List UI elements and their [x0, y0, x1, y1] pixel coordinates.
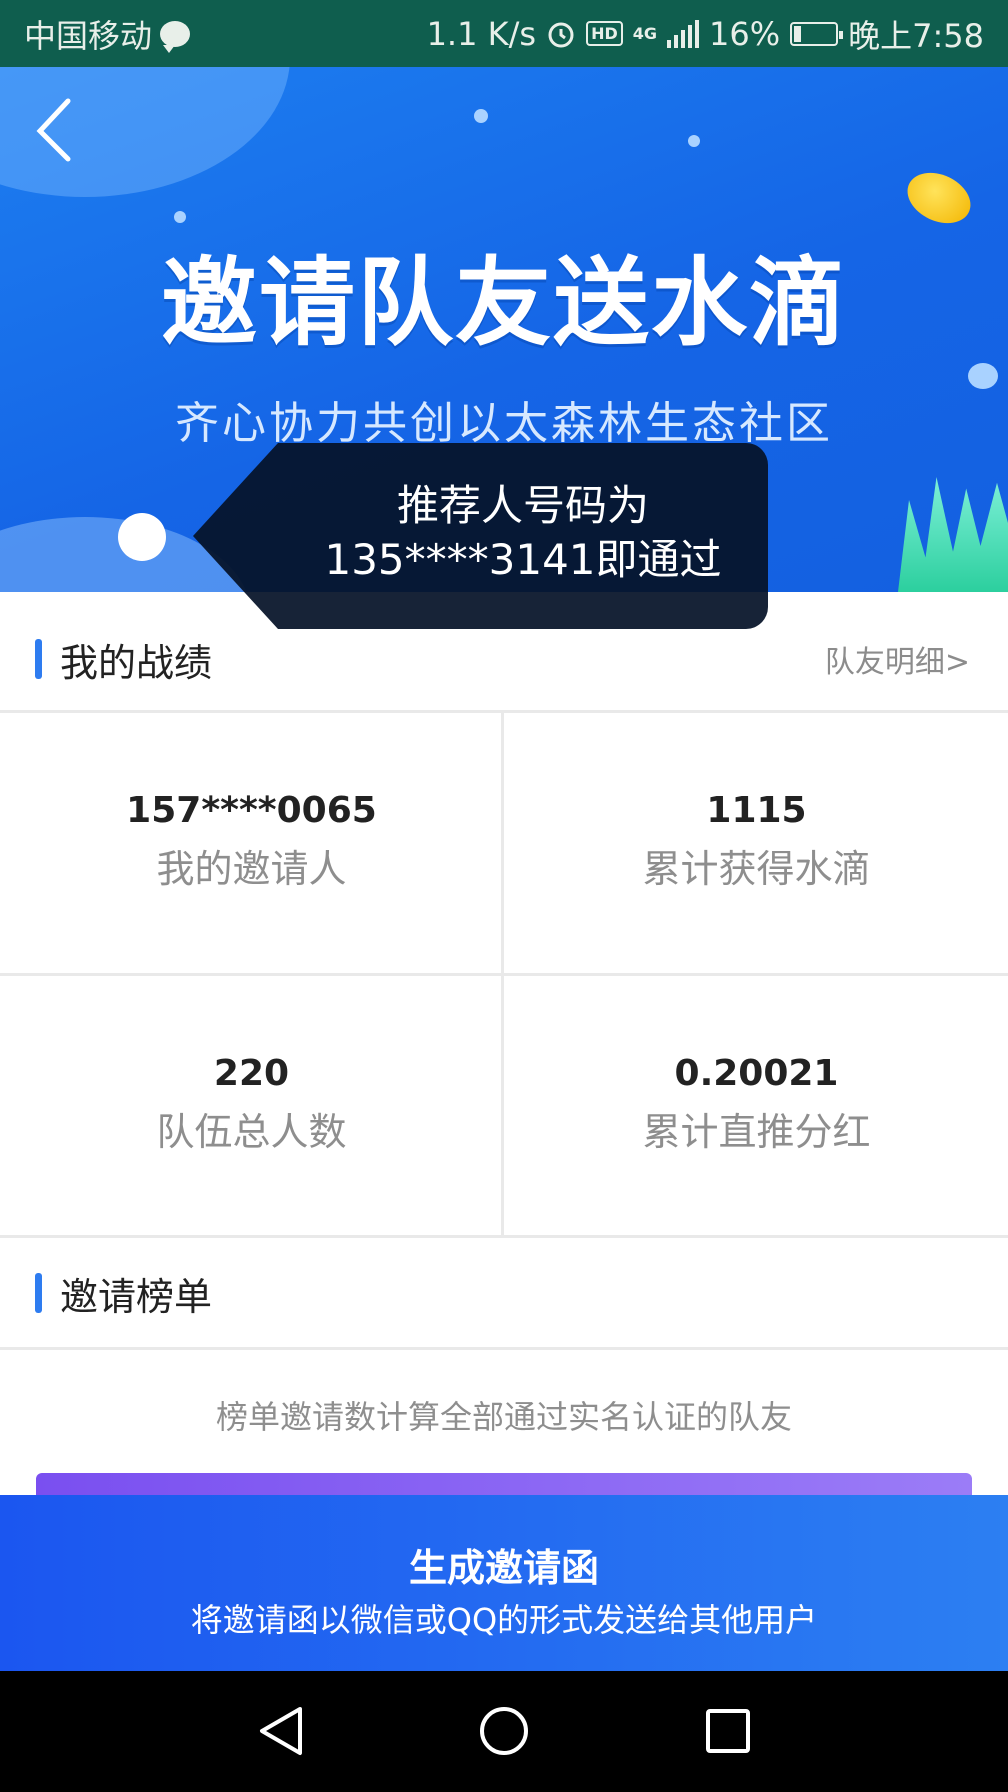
coin-icon	[899, 163, 979, 233]
banner-title: 邀请队友送水滴	[161, 247, 847, 359]
carrier-group: 中国移动	[24, 11, 191, 57]
carrier-name: 中国移动	[24, 16, 153, 55]
network-speed: 1.1 K/s	[426, 14, 537, 53]
decor-dot	[474, 109, 488, 123]
divider	[0, 973, 1008, 976]
alarm-icon	[548, 22, 574, 47]
decor-dot	[174, 211, 186, 223]
tooltip-line-1: 推荐人号码为	[396, 481, 649, 530]
section-accent-bar	[35, 639, 42, 679]
cta-label: 生成邀请函	[408, 1546, 599, 1590]
cta-sublabel: 将邀请函以微信或QQ的形式发送给其他用户	[190, 1601, 818, 1639]
battery-icon	[790, 21, 844, 46]
divider	[0, 1347, 1008, 1350]
nav-recents-button[interactable]	[698, 1701, 758, 1761]
chevron-left-icon	[36, 98, 71, 162]
circle-home-icon	[480, 1707, 528, 1755]
nav-home-button[interactable]	[474, 1701, 534, 1761]
stat-value: 1115	[706, 790, 807, 831]
rank-section-title: 邀请榜单	[60, 1274, 213, 1319]
network-type: 4G	[632, 24, 657, 43]
hd-icon: HD	[586, 21, 623, 46]
stat-team-size: 220 队伍总人数	[0, 975, 503, 1235]
teammate-details-link[interactable]: 队友明细>	[825, 637, 970, 681]
section-accent-bar	[35, 1273, 42, 1313]
indicator-dot	[118, 513, 166, 561]
signal-icon	[667, 19, 699, 48]
message-icon	[160, 20, 191, 53]
rank-note: 榜单邀请数计算全部通过实名认证的队友	[215, 1398, 792, 1436]
tooltip-line-2: 135****3141即通过	[324, 535, 722, 584]
stat-value: 220	[213, 1053, 290, 1094]
record-section-title: 我的战绩	[60, 640, 213, 685]
system-nav-bar	[0, 1671, 1008, 1792]
battery-percent: 16%	[709, 14, 781, 53]
status-indicators: 1.1 K/s HD 4G 16% 晚上7:58	[427, 11, 984, 57]
stat-value: 157****0065	[126, 790, 377, 831]
status-bar: 中国移动 1.1 K/s HD 4G 16% 晚上7:58	[0, 0, 1008, 67]
stat-dividend: 0.20021 累计直推分红	[505, 975, 1008, 1235]
triangle-back-icon	[260, 1707, 302, 1755]
decor-dot	[688, 135, 700, 147]
stat-total-drops: 1115 累计获得水滴	[505, 712, 1008, 972]
stat-label: 累计直推分红	[642, 1110, 871, 1154]
generate-invitation-button[interactable]: 生成邀请函 将邀请函以微信或QQ的形式发送给其他用户	[0, 1495, 1008, 1671]
banner-subtitle: 齐心协力共创以太森林生态社区	[175, 398, 833, 449]
decor-dot	[968, 363, 998, 389]
stat-label: 累计获得水滴	[642, 847, 871, 891]
stat-inviter: 157****0065 我的邀请人	[0, 712, 503, 972]
referrer-tooltip: 推荐人号码为 135****3141即通过	[193, 443, 768, 629]
tooltip-text: 推荐人号码为 135****3141即通过	[278, 479, 768, 587]
stat-label: 队伍总人数	[156, 1110, 347, 1154]
nav-back-button[interactable]	[252, 1701, 312, 1761]
back-button[interactable]	[30, 95, 90, 165]
clock: 晚上7:58	[848, 16, 984, 55]
rank-section-header: 邀请榜单	[0, 1238, 1008, 1348]
stat-value: 0.20021	[674, 1053, 839, 1094]
square-recents-icon	[706, 1709, 750, 1753]
stat-label: 我的邀请人	[156, 847, 347, 891]
plant-decoration	[898, 477, 1008, 592]
